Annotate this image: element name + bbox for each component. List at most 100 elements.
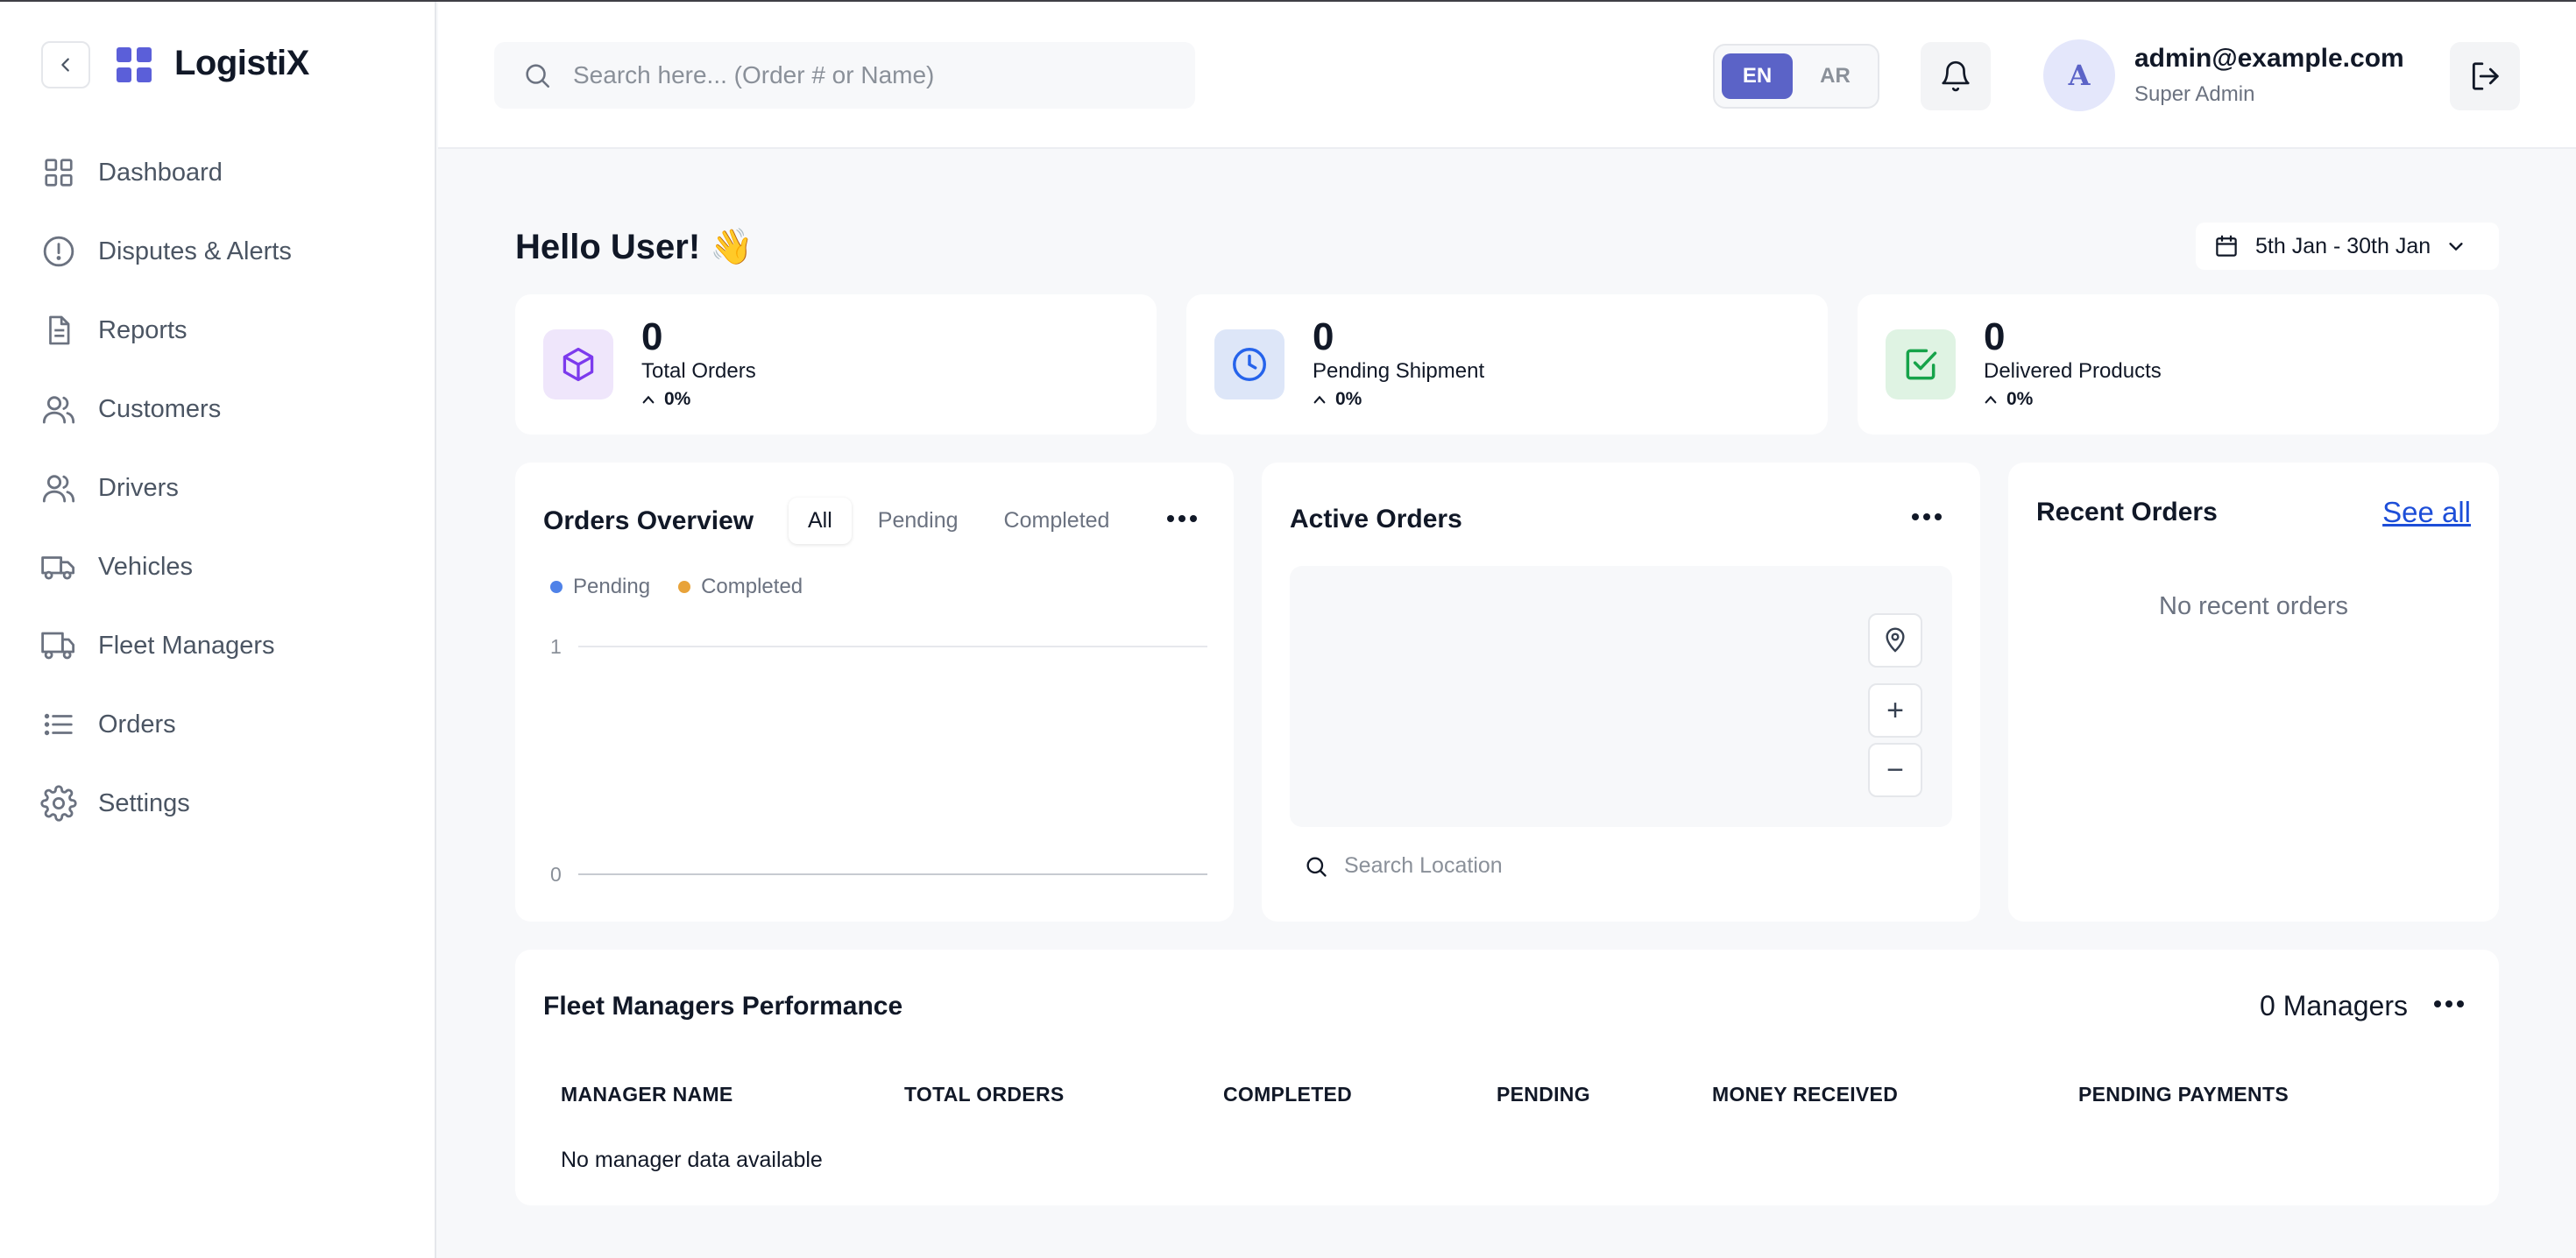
active-orders-card: Active Orders + −	[1262, 463, 1980, 922]
box-icon	[543, 329, 613, 399]
stat-value: 0	[641, 315, 663, 358]
orders-overview-tabs: All Pending Completed	[789, 498, 1136, 544]
sidebar-item-settings[interactable]: Settings	[40, 764, 408, 843]
column-header[interactable]: TOTAL ORDERS	[904, 1083, 1065, 1106]
stat-change-value: 0%	[1335, 389, 1362, 409]
chevron-up-icon	[642, 395, 655, 404]
sidebar-item-dashboard[interactable]: Dashboard	[40, 133, 408, 212]
more-options-button[interactable]	[2434, 1000, 2464, 1007]
lang-en-button[interactable]: EN	[1722, 53, 1793, 99]
page-title: Hello User! 👋	[515, 228, 754, 266]
stat-change-value: 0%	[664, 389, 691, 409]
orders-overview-card: Orders Overview All Pending Completed Pe…	[515, 463, 1234, 922]
search-input[interactable]	[573, 61, 1169, 89]
stat-value: 0	[1984, 315, 2006, 358]
empty-state-text: No recent orders	[2159, 592, 2348, 620]
legend-item-completed: Completed	[678, 575, 803, 599]
sidebar-item-label: Customers	[98, 394, 222, 423]
managers-count: 0 Managers	[2260, 990, 2408, 1021]
column-header[interactable]: MANAGER NAME	[561, 1083, 733, 1106]
alert-circle-icon	[40, 233, 77, 270]
date-range-label: 5th Jan - 30th Jan	[2255, 233, 2431, 258]
sidebar-item-disputes-alerts[interactable]: Disputes & Alerts	[40, 212, 408, 291]
sidebar-item-label: Disputes & Alerts	[98, 237, 292, 265]
sidebar-item-label: Dashboard	[98, 158, 223, 187]
column-header[interactable]: PENDING	[1497, 1083, 1590, 1106]
chevron-down-icon	[2449, 243, 2463, 251]
recent-orders-card: Recent Orders See all No recent orders	[2008, 463, 2499, 922]
stat-card-pending-shipment: 0 Pending Shipment 0%	[1186, 294, 1828, 435]
legend-item-pending: Pending	[550, 575, 650, 599]
list-icon	[40, 706, 77, 743]
tab-completed[interactable]: Completed	[985, 498, 1129, 544]
document-icon	[40, 312, 77, 349]
language-toggle: EN AR	[1713, 44, 1879, 109]
sidebar-item-label: Vehicles	[98, 552, 194, 581]
avatar[interactable]: A	[2043, 39, 2115, 111]
see-all-link[interactable]: See all	[2382, 496, 2471, 529]
logout-icon	[2472, 62, 2499, 90]
locate-button[interactable]	[1868, 613, 1922, 668]
legend-swatch	[678, 581, 691, 593]
card-title: Fleet Managers Performance	[543, 992, 903, 1021]
card-title: Active Orders	[1290, 505, 1462, 534]
legend-label: Completed	[701, 575, 803, 598]
logo-icon	[117, 47, 152, 82]
chevron-left-icon	[61, 58, 69, 72]
collapse-sidebar-button[interactable]	[41, 41, 90, 88]
lang-ar-button[interactable]: AR	[1800, 53, 1871, 99]
sidebar-item-label: Settings	[98, 788, 190, 817]
stat-card-delivered-products: 0 Delivered Products 0%	[1858, 294, 2499, 435]
date-range-picker[interactable]: 5th Jan - 30th Jan	[2196, 223, 2499, 270]
y-tick-label: 1	[550, 635, 562, 658]
sidebar-item-label: Fleet Managers	[98, 631, 275, 660]
users-icon	[40, 470, 77, 506]
legend-swatch	[550, 581, 563, 593]
map-pin-icon	[1886, 627, 1905, 653]
grid-icon	[40, 154, 77, 191]
stat-label: Pending Shipment	[1313, 359, 1485, 383]
column-header[interactable]: MONEY RECEIVED	[1712, 1083, 1898, 1106]
sidebar-nav: Dashboard Disputes & Alerts Reports Cust…	[40, 133, 408, 843]
user-email: admin@example.com	[2134, 44, 2404, 73]
sidebar-item-reports[interactable]: Reports	[40, 291, 408, 370]
search-icon	[1306, 857, 1327, 877]
card-title: Orders Overview	[543, 506, 754, 535]
stat-change: 0%	[1313, 389, 1362, 410]
stat-change: 0%	[641, 389, 690, 410]
legend-label: Pending	[573, 575, 651, 598]
sidebar-item-vehicles[interactable]: Vehicles	[40, 527, 408, 606]
zoom-out-button[interactable]: −	[1868, 743, 1922, 797]
more-options-button[interactable]	[1167, 515, 1197, 522]
calendar-icon	[2216, 235, 2237, 257]
tab-all[interactable]: All	[789, 498, 852, 544]
sidebar-item-drivers[interactable]: Drivers	[40, 449, 408, 527]
chevron-up-icon	[1313, 395, 1326, 404]
search-icon	[526, 64, 550, 88]
location-search-input[interactable]	[1344, 853, 1782, 879]
notifications-button[interactable]	[1921, 42, 1991, 110]
column-header[interactable]: COMPLETED	[1223, 1083, 1352, 1106]
clock-icon	[1214, 329, 1284, 399]
bell-icon	[1942, 60, 1970, 92]
stat-card-total-orders: 0 Total Orders 0%	[515, 294, 1157, 435]
stat-change-value: 0%	[2006, 389, 2034, 409]
orders-map[interactable]	[1290, 566, 1952, 827]
tab-pending[interactable]: Pending	[859, 498, 978, 544]
zoom-in-button[interactable]: +	[1868, 683, 1922, 738]
stat-value: 0	[1313, 315, 1334, 358]
sidebar-item-label: Reports	[98, 315, 188, 344]
stat-change: 0%	[1984, 389, 2033, 410]
sidebar-item-orders[interactable]: Orders	[40, 685, 408, 764]
fleet-performance-card: Fleet Managers Performance 0 Managers MA…	[515, 950, 2499, 1205]
sidebar-item-customers[interactable]: Customers	[40, 370, 408, 449]
truck-icon	[40, 627, 77, 664]
column-header[interactable]: PENDING PAYMENTS	[2078, 1083, 2289, 1106]
sidebar-item-fleet-managers[interactable]: Fleet Managers	[40, 606, 408, 685]
more-options-button[interactable]	[1912, 513, 1942, 520]
gear-icon	[40, 785, 77, 822]
location-search	[1304, 853, 1782, 879]
empty-state-text: No manager data available	[561, 1148, 823, 1172]
logout-button[interactable]	[2450, 42, 2520, 110]
global-search	[494, 42, 1195, 109]
